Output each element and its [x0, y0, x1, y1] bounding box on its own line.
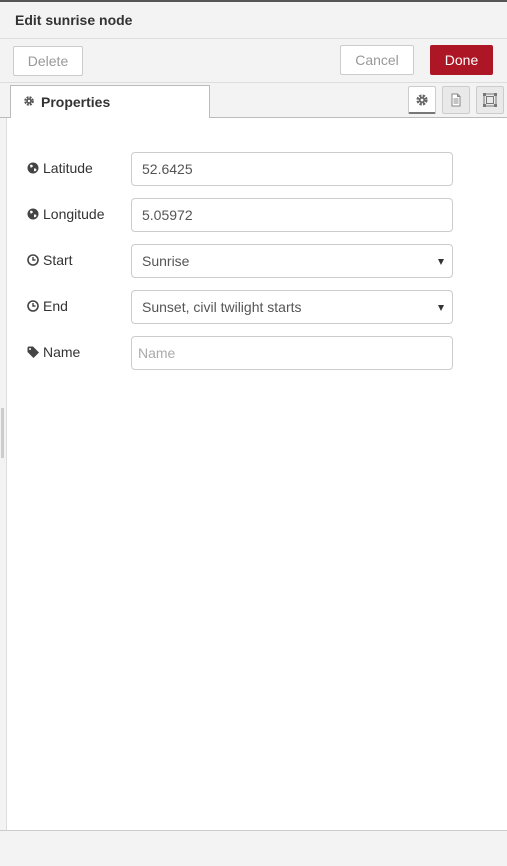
dropdown-caret-icon	[438, 259, 444, 265]
form-row-name: Name Name	[27, 336, 457, 370]
appearance-panel-button[interactable]	[476, 86, 504, 114]
form-row-end: End Sunset, civil twilight starts	[27, 290, 457, 324]
longitude-label: Longitude	[27, 206, 105, 222]
latitude-label-text: Latitude	[43, 160, 93, 176]
tray-footer	[0, 830, 507, 866]
clock-icon	[27, 299, 39, 312]
start-select-value: Sunrise	[142, 253, 190, 269]
description-panel-button[interactable]	[442, 86, 470, 114]
resize-handle[interactable]	[1, 408, 4, 458]
tag-icon	[27, 345, 39, 358]
end-label: End	[27, 298, 68, 314]
tab-properties[interactable]: Properties	[10, 85, 210, 118]
start-label-text: Start	[43, 252, 73, 268]
tray-title: Edit sunrise node	[15, 12, 133, 28]
properties-panel-button[interactable]	[408, 86, 436, 114]
longitude-label-text: Longitude	[43, 206, 105, 222]
tray-header: Edit sunrise node	[0, 2, 507, 39]
globe-icon	[27, 161, 39, 174]
name-label-text: Name	[43, 344, 81, 360]
name-input[interactable]: Name	[131, 336, 453, 370]
cancel-button[interactable]: Cancel	[340, 45, 414, 75]
latitude-input[interactable]: 52.6425	[131, 152, 453, 186]
gear-icon	[23, 94, 35, 112]
start-select[interactable]: Sunrise	[131, 244, 453, 278]
latitude-label: Latitude	[27, 160, 93, 176]
tray-toolbar: Delete Cancel Done	[0, 39, 507, 83]
end-select-value: Sunset, civil twilight starts	[142, 299, 302, 315]
longitude-input[interactable]: 5.05972	[131, 198, 453, 232]
form-row-longitude: Longitude 5.05972	[27, 198, 457, 232]
tab-properties-label: Properties	[41, 94, 111, 110]
tabs-row: Properties	[0, 83, 507, 118]
end-label-text: End	[43, 298, 68, 314]
clock-icon	[27, 253, 39, 266]
end-select[interactable]: Sunset, civil twilight starts	[131, 290, 453, 324]
form-row-start: Start Sunrise	[27, 244, 457, 278]
delete-button[interactable]: Delete	[13, 46, 83, 76]
sidebar-resize-rail	[0, 118, 7, 830]
start-label: Start	[27, 252, 73, 268]
done-button[interactable]: Done	[430, 45, 493, 75]
form-row-latitude: Latitude 52.6425	[27, 152, 457, 186]
name-label: Name	[27, 344, 80, 360]
globe-icon	[27, 207, 39, 220]
dropdown-caret-icon	[438, 305, 444, 311]
